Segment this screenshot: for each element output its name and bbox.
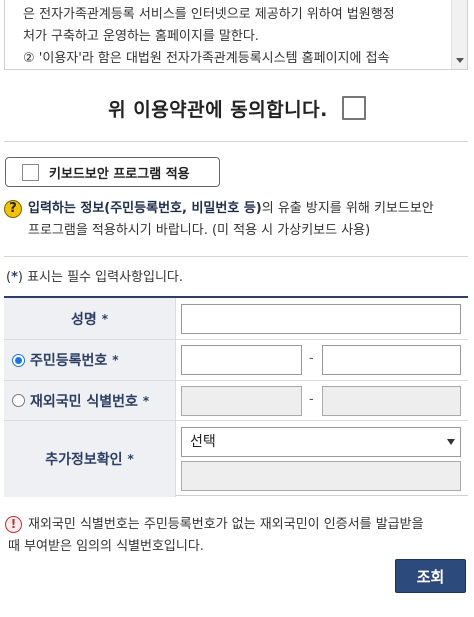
rrn-front-input[interactable] (181, 345, 302, 375)
foreign-id-label[interactable]: 재외국민 식별번호 * (4, 381, 176, 420)
extra-info-select[interactable]: 선택 (181, 427, 461, 457)
terms-scrollbar[interactable] (451, 0, 467, 69)
required-star-icon: * (142, 393, 150, 408)
agreement-label: 위 이용약관에 동의합니다. (108, 98, 328, 121)
notice-bold-text: 입력하는 정보(주민등록번호, 비밀번호 등) (28, 201, 262, 216)
rrn-radio[interactable] (12, 353, 25, 367)
terms-line: ② '이용자'라 함은 대법원 전자가족관계등록시스템 홈페이지에 접속 (23, 51, 390, 66)
extra-info-label-text: 추가정보확인 (45, 452, 123, 468)
identity-form: 성명 * 주민등록번호 * - 재외국민 식별번호 * - 추가정보확인 * 선택 (4, 296, 468, 497)
alert-icon: ! (5, 516, 22, 533)
rrn-label[interactable]: 주민등록번호 * (4, 340, 176, 380)
keyboard-security-label: 키보드보안 프로그램 적용 (49, 166, 190, 182)
form-row-foreign-id: 재외국민 식별번호 * - (4, 381, 468, 421)
agreement-row: 위 이용약관에 동의합니다. (0, 88, 474, 128)
name-input[interactable] (181, 304, 461, 334)
notice-text: 의 유출 방지를 위해 키보드보안 (261, 201, 434, 216)
keyboard-security-button[interactable]: 키보드보안 프로그램 적용 (5, 157, 220, 187)
required-star-icon: * (127, 452, 134, 466)
foreign-id-info: ! 재외국민 식별번호는 주민등록번호가 없는 재외국민이 인증서를 발급받을 … (4, 514, 468, 558)
foreign-id-front-input[interactable] (181, 386, 302, 416)
scroll-down-arrow-icon[interactable] (456, 58, 464, 63)
required-note: (*) 표시는 필수 입력사항입니다. (6, 266, 183, 285)
divider (4, 141, 468, 142)
keyboard-security-checkbox[interactable] (22, 163, 39, 181)
info-line: 재외국민 식별번호는 주민등록번호가 없는 재외국민이 인증서를 발급받을 (28, 517, 424, 532)
name-label-text: 성명 (70, 311, 97, 328)
foreign-id-radio[interactable] (12, 394, 25, 407)
rrn-dash: - (309, 351, 314, 366)
terms-scroll-box[interactable]: 은 전자가족관계등록 서비스를 인터넷으로 제공하기 위하여 법원행정 처가 구… (4, 0, 468, 70)
extra-info-label: 추가정보확인 * (4, 421, 176, 497)
terms-text: 은 전자가족관계등록 서비스를 인터넷으로 제공하기 위하여 법원행정 처가 구… (23, 4, 451, 70)
question-icon: ? (4, 200, 22, 218)
extra-info-select-value: 선택 (190, 434, 216, 450)
rrn-back-input[interactable] (322, 345, 461, 375)
required-star-icon: * (101, 311, 109, 326)
form-row-rrn: 주민등록번호 * - (4, 340, 468, 381)
terms-line: 처가 구축하고 운영하는 홈페이지를 말한다. (23, 29, 259, 44)
required-star-icon: * (112, 353, 119, 367)
search-button[interactable]: 조회 (395, 559, 466, 593)
agreement-checkbox[interactable] (341, 96, 366, 120)
rrn-label-text: 주민등록번호 (30, 353, 108, 369)
required-note-text: ) 표시는 필수 입력사항입니다. (17, 270, 184, 285)
required-star-icon: * (11, 270, 18, 285)
notice-line: 입력하는 정보(주민등록번호, 비밀번호 등)의 유출 방지를 위해 키보드보안 (28, 198, 468, 220)
chevron-down-icon (447, 439, 455, 445)
extra-info-input[interactable] (181, 461, 461, 491)
keyboard-notice: ? 입력하는 정보(주민등록번호, 비밀번호 등)의 유출 방지를 위해 키보드… (4, 198, 468, 242)
name-label: 성명 * (4, 298, 176, 339)
foreign-id-dash: - (309, 392, 314, 407)
foreign-id-label-text: 재외국민 식별번호 (30, 393, 138, 410)
form-row-extra-info: 추가정보확인 * 선택 (4, 421, 468, 497)
divider (4, 256, 468, 257)
form-row-name: 성명 * (4, 298, 468, 340)
info-line: 때 부여받은 임의의 식별번호입니다. (8, 539, 204, 554)
foreign-id-back-input[interactable] (322, 386, 461, 416)
notice-line: 프로그램을 적용하시기 바랍니다. (미 적용 시 가상키보드 사용) (28, 223, 371, 238)
terms-line: 은 전자가족관계등록 서비스를 인터넷으로 제공하기 위하여 법원행정 (23, 7, 395, 22)
